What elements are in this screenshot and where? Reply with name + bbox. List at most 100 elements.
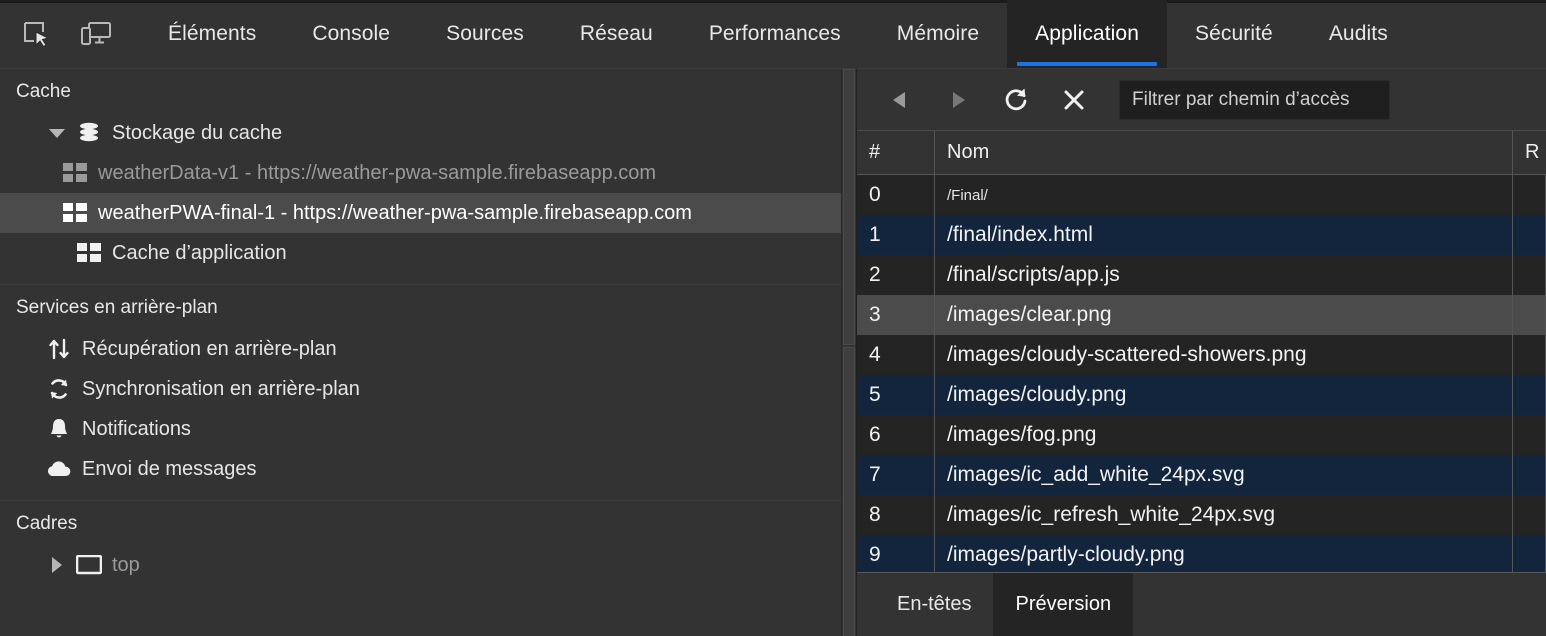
tab-memory[interactable]: Mémoire [869, 0, 1007, 68]
sidebar-item-label: top [112, 553, 140, 576]
sidebar-item-label: weatherPWA-final-1 - https://weather-pwa… [98, 201, 692, 224]
sidebar-item-push-messaging[interactable]: Envoi de messages [0, 449, 856, 489]
cell-response [1513, 215, 1546, 255]
table-row[interactable]: 3 /images/clear.png [857, 295, 1546, 335]
cell-response [1513, 455, 1546, 495]
cell-name: /images/partly-cloudy.png [935, 535, 1513, 572]
sidebar-scrollbar[interactable] [841, 69, 856, 636]
table-row[interactable]: 2 /final/scripts/app.js [857, 255, 1546, 295]
close-x-icon[interactable] [1045, 69, 1103, 131]
tab-performance[interactable]: Performances [681, 0, 869, 68]
sidebar-item-background-sync[interactable]: Synchronisation en arrière-plan [0, 369, 856, 409]
device-toolbar-icon[interactable] [66, 0, 126, 68]
cloud-icon [42, 458, 76, 480]
tab-preview[interactable]: Préversion [993, 573, 1134, 636]
sidebar-section-cache-title: Cache [16, 81, 71, 102]
cache-toolbar [857, 69, 1546, 131]
tab-console[interactable]: Console [284, 0, 418, 68]
sidebar-item-label: Stockage du cache [112, 121, 283, 144]
devtools-tab-bar: Éléments Console Sources Réseau Performa… [0, 0, 1546, 69]
cell-response [1513, 535, 1546, 572]
bell-icon [42, 416, 76, 442]
sync-icon [42, 376, 76, 402]
cell-name: /images/clear.png [935, 295, 1513, 335]
tab-audits[interactable]: Audits [1301, 0, 1416, 68]
sidebar-item-weatherpwa-final-1[interactable]: weatherPWA-final-1 - https://weather-pwa… [0, 193, 856, 233]
expand-caret-icon[interactable] [42, 557, 72, 573]
cell-index: 9 [857, 535, 935, 572]
cell-name: /images/cloudy.png [935, 375, 1513, 415]
sidebar-item-notifications[interactable]: Notifications [0, 409, 856, 449]
cell-index: 3 [857, 295, 935, 335]
column-header-name[interactable]: Nom [935, 131, 1513, 174]
cell-name: /images/ic_refresh_white_24px.svg [935, 495, 1513, 535]
tab-application[interactable]: Application [1007, 0, 1167, 68]
refresh-icon[interactable] [987, 69, 1045, 131]
cell-index: 2 [857, 255, 935, 295]
sidebar-item-label: Cache d’application [112, 241, 287, 264]
cell-response [1513, 495, 1546, 535]
sidebar-section-background-services-title: Services en arrière-plan [16, 297, 218, 318]
tab-label: Application [1035, 22, 1139, 45]
sidebar-item-label: Notifications [82, 417, 191, 440]
cell-index: 5 [857, 375, 935, 415]
tab-label: Console [312, 22, 391, 45]
tab-label: Éléments [168, 22, 257, 45]
tab-sources[interactable]: Sources [418, 0, 552, 68]
tab-label: Sources [446, 22, 524, 45]
sidebar-scrollbar-thumb-lower[interactable] [843, 347, 855, 636]
sidebar-item-frame-top[interactable]: top [0, 545, 856, 585]
filter-by-path-input[interactable] [1119, 79, 1390, 120]
grid-header-row: # Nom R [857, 131, 1546, 175]
table-row[interactable]: 6 /images/fog.png [857, 415, 1546, 455]
cell-name: /Final/ [935, 175, 1513, 215]
tab-headers[interactable]: En-têtes [875, 573, 993, 636]
tab-elements[interactable]: Éléments [140, 0, 284, 68]
sidebar-item-application-cache[interactable]: Cache d’application [0, 233, 856, 273]
panel-body: Cache Stockage du cache weatherData-v1 -… [0, 69, 1546, 636]
column-header-index[interactable]: # [857, 131, 935, 174]
cell-index: 0 [857, 175, 935, 215]
cell-index: 4 [857, 335, 935, 375]
expand-caret-icon[interactable] [42, 128, 72, 138]
cell-index: 1 [857, 215, 935, 255]
cache-detail-tabs: En-têtes Préversion [857, 572, 1546, 636]
table-row[interactable]: 7 /images/ic_add_white_24px.svg [857, 455, 1546, 495]
cell-name: /images/ic_add_white_24px.svg [935, 455, 1513, 495]
application-sidebar: Cache Stockage du cache weatherData-v1 -… [0, 69, 857, 636]
table-row[interactable]: 1 /final/index.html [857, 215, 1546, 255]
inspect-element-icon[interactable] [6, 0, 66, 68]
cell-name: /final/scripts/app.js [935, 255, 1513, 295]
dtab-label: Préversion [1015, 593, 1112, 615]
sidebar-scrollbar-thumb[interactable] [843, 69, 855, 345]
devtools-window: Éléments Console Sources Réseau Performa… [0, 0, 1546, 636]
grid-table-icon [58, 163, 92, 183]
forward-triangle-icon[interactable] [929, 69, 987, 131]
cell-response [1513, 375, 1546, 415]
table-row[interactable]: 9 /images/partly-cloudy.png [857, 535, 1546, 572]
tab-label: Audits [1328, 22, 1388, 45]
column-header-response[interactable]: R [1513, 131, 1546, 174]
cell-index: 8 [857, 495, 935, 535]
cell-name: /images/fog.png [935, 415, 1513, 455]
sidebar-section-frames-title: Cadres [16, 513, 78, 534]
cell-response [1513, 255, 1546, 295]
grid-table-icon [58, 203, 92, 223]
cache-entries-grid: # Nom R 0 /Final/ 1 /final/index.html 2 … [857, 131, 1546, 572]
tab-network[interactable]: Réseau [552, 0, 681, 68]
sidebar-item-label: Synchronisation en arrière-plan [82, 377, 360, 400]
cell-index: 7 [857, 455, 935, 495]
table-row[interactable]: 0 /Final/ [857, 175, 1546, 215]
sidebar-item-background-fetch[interactable]: Récupération en arrière-plan [0, 329, 856, 369]
table-row[interactable]: 4 /images/cloudy-scattered-showers.png [857, 335, 1546, 375]
grid-rows: 0 /Final/ 1 /final/index.html 2 /final/s… [857, 175, 1546, 572]
cell-response [1513, 175, 1546, 215]
sidebar-item-weatherdata-v1[interactable]: weatherData-v1 - https://weather-pwa-sam… [0, 153, 856, 193]
table-row[interactable]: 8 /images/ic_refresh_white_24px.svg [857, 495, 1546, 535]
table-row[interactable]: 5 /images/cloudy.png [857, 375, 1546, 415]
sidebar-item-cache-storage[interactable]: Stockage du cache [0, 113, 856, 153]
dtab-label: En-têtes [897, 593, 972, 615]
back-triangle-icon[interactable] [871, 69, 929, 131]
cache-content-panel: # Nom R 0 /Final/ 1 /final/index.html [857, 69, 1546, 636]
tab-security[interactable]: Sécurité [1167, 0, 1301, 68]
